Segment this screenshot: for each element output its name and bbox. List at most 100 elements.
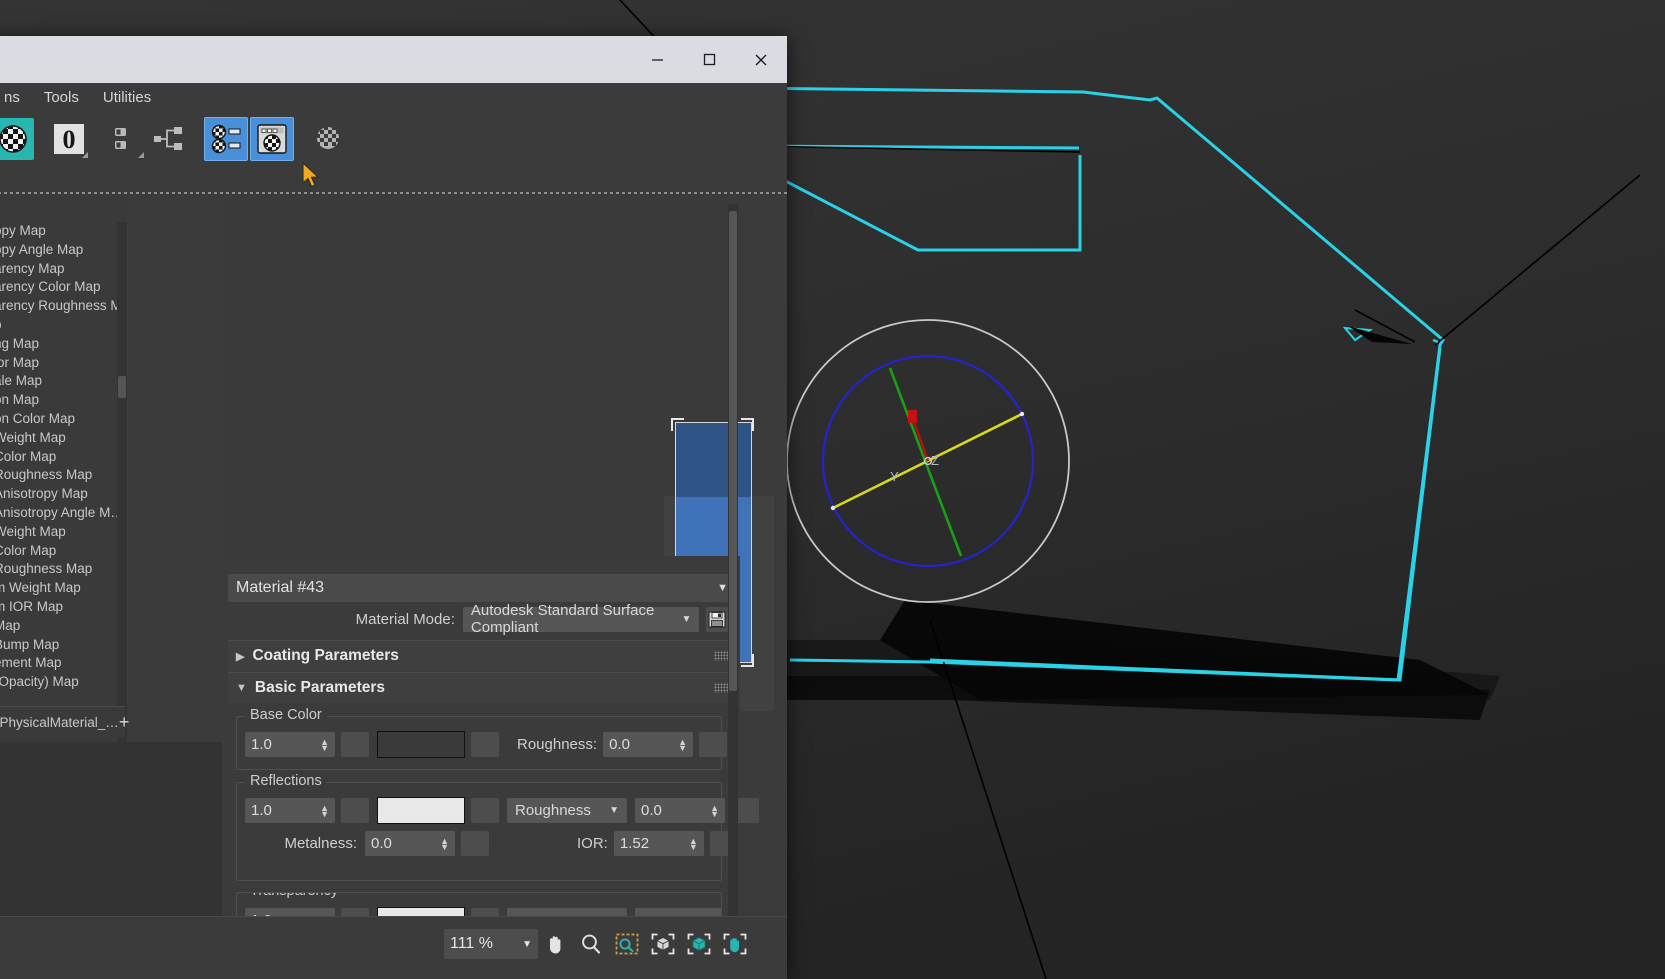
- map-list-item[interactable]: ement Map: [0, 654, 125, 673]
- zoom-region-tool-button[interactable]: [610, 929, 644, 959]
- minimize-button[interactable]: [631, 36, 683, 83]
- rollout-grip[interactable]: [714, 651, 728, 661]
- map-list[interactable]: opy Mapopy Angle Maparency Maparency Col…: [0, 222, 125, 752]
- pan-tool-button[interactable]: [538, 929, 572, 959]
- rollout-basic-parameters[interactable]: ▼ Basic Parameters: [228, 672, 736, 703]
- flyout-corner-indicator: [138, 152, 144, 158]
- map-list-item[interactable]: arency Map: [0, 260, 125, 279]
- zoom-extents-cube-icon: [651, 933, 675, 955]
- layout-hierarchy-icon[interactable]: [148, 118, 190, 160]
- map-list-item[interactable]: ng Map: [0, 335, 125, 354]
- material-id-zero-button[interactable]: 0: [48, 118, 90, 160]
- reflections-color-swatch[interactable]: [377, 797, 465, 824]
- selection-bracket-bottom-right: [741, 654, 754, 667]
- flyout-corner-indicator: [82, 152, 88, 158]
- map-list-item[interactable]: (Opacity) Map: [0, 673, 125, 692]
- base-color-weight-spinner[interactable]: 1.0 ▲ ▼: [245, 732, 335, 757]
- metalness-spinner[interactable]: 0.0 ▲ ▼: [365, 831, 455, 856]
- pan-selected-hand-icon: [723, 933, 747, 955]
- base-color-swatch[interactable]: [377, 731, 465, 758]
- map-list-scrollbar-track[interactable]: [117, 222, 127, 752]
- map-list-item[interactable]: opy Map: [0, 222, 125, 241]
- material-parameters-panel: Material #43 ▼ Material Mode: Autodesk S…: [222, 556, 759, 946]
- metalness-map-button[interactable]: [461, 831, 489, 856]
- chevron-right-icon: ▶: [236, 650, 245, 663]
- close-button[interactable]: [735, 36, 787, 83]
- ior-spinner[interactable]: 1.52 ▲ ▼: [613, 831, 704, 856]
- map-list-item[interactable]: p: [0, 316, 125, 335]
- rollout-grip[interactable]: [714, 683, 728, 693]
- map-list-item[interactable]: Bump Map: [0, 636, 125, 655]
- map-list-item[interactable]: ale Map: [0, 372, 125, 391]
- reflections-color-map-button[interactable]: [471, 798, 499, 823]
- svg-text:Y: Y: [890, 469, 899, 484]
- save-material-button[interactable]: [705, 606, 728, 632]
- map-list-item[interactable]: arency Roughness M…: [0, 297, 125, 316]
- menu-item-modes[interactable]: ns: [0, 85, 32, 111]
- map-list-item[interactable]: on Map: [0, 391, 125, 410]
- assign-material-checker-icon[interactable]: [308, 118, 350, 160]
- map-list-item[interactable]: opy Angle Map: [0, 241, 125, 260]
- node-editor-canvas[interactable]: [222, 204, 774, 711]
- base-color-roughness-value: 0.0: [609, 736, 630, 753]
- reflections-weight-spinner[interactable]: 1.0 ▲ ▼: [245, 798, 335, 823]
- rollout-coating-label: Coating Parameters: [252, 647, 399, 664]
- ior-label: IOR:: [577, 835, 608, 852]
- base-color-weight-map-button[interactable]: [341, 732, 369, 757]
- menu-item-utilities[interactable]: Utilities: [91, 85, 163, 111]
- map-list-scrollbar-thumb[interactable]: [118, 376, 126, 398]
- zoom-extents-tool-button[interactable]: [646, 929, 680, 959]
- material-mode-dropdown[interactable]: Autodesk Standard Surface Compliant ▼: [462, 602, 700, 636]
- map-list-item[interactable]: Roughness Map: [0, 466, 125, 485]
- spinner-arrows-icon[interactable]: ▲▼: [702, 803, 719, 818]
- reflections-mode-dropdown[interactable]: Roughness ▼: [507, 798, 627, 823]
- map-list-item[interactable]: on Color Map: [0, 410, 125, 429]
- spinner-arrows-icon[interactable]: ▲▼: [670, 737, 687, 752]
- pan-selected-tool-button[interactable]: [718, 929, 752, 959]
- add-map-button[interactable]: +: [119, 712, 130, 733]
- menu-item-tools[interactable]: Tools: [32, 85, 91, 111]
- spinner-arrows-icon[interactable]: ▲▼: [432, 836, 449, 851]
- zoom-extents-selected-tool-button[interactable]: [682, 929, 716, 959]
- rollout-coating-parameters[interactable]: ▶ Coating Parameters: [228, 640, 736, 671]
- map-list-item[interactable]: Color Map: [0, 542, 125, 561]
- map-list-item[interactable]: Roughness Map: [0, 560, 125, 579]
- map-list-item[interactable]: Map: [0, 617, 125, 636]
- base-color-roughness-map-button[interactable]: [699, 732, 728, 757]
- map-list-item[interactable]: Anisotropy Angle M…: [0, 504, 125, 523]
- map-list-item[interactable]: m Weight Map: [0, 579, 125, 598]
- map-list-item[interactable]: Weight Map: [0, 523, 125, 542]
- chevron-down-icon[interactable]: ▼: [717, 582, 728, 594]
- material-parameter-editor-toggle[interactable]: [204, 117, 248, 161]
- reflections-roughness-spinner[interactable]: 0.0 ▲ ▼: [635, 798, 725, 823]
- metalness-value: 0.0: [371, 835, 392, 852]
- spinner-arrows-icon[interactable]: ▲▼: [312, 803, 329, 818]
- map-list-item[interactable]: m IOR Map: [0, 598, 125, 617]
- maximize-button[interactable]: [683, 36, 735, 83]
- map-list-item[interactable]: Anisotropy Map: [0, 485, 125, 504]
- map-list-item[interactable]: arency Color Map: [0, 278, 125, 297]
- material-name-field[interactable]: Material #43 ▼: [228, 574, 736, 602]
- transparency-group-label: Transparency: [245, 893, 344, 899]
- material-mode-value: Autodesk Standard Surface Compliant: [470, 602, 655, 636]
- panel-scrollbar-thumb[interactable]: [729, 211, 737, 691]
- map-list-item[interactable]: Weight Map: [0, 429, 125, 448]
- zoom-tool-button[interactable]: [574, 929, 608, 959]
- menu-bar: ns Tools Utilities: [0, 83, 787, 113]
- material-preview-toggle[interactable]: [250, 117, 294, 161]
- reflections-group-label: Reflections: [245, 773, 327, 789]
- base-color-roughness-spinner[interactable]: 0.0 ▲ ▼: [603, 732, 694, 757]
- map-list-footer-label: _PhysicalMaterial_…: [0, 714, 119, 730]
- select-material-checker-icon[interactable]: [0, 118, 34, 160]
- show-shaded-material-icon[interactable]: [104, 118, 146, 160]
- spinner-arrows-icon[interactable]: ▲▼: [681, 836, 698, 851]
- map-list-item[interactable]: Color Map: [0, 448, 125, 467]
- map-list-item[interactable]: lor Map: [0, 354, 125, 373]
- reflections-weight-map-button[interactable]: [341, 798, 369, 823]
- hand-pan-icon: [550, 936, 561, 954]
- toolbar: 0: [0, 113, 787, 165]
- base-color-weight-value: 1.0: [251, 736, 272, 753]
- zoom-level-dropdown[interactable]: 111 % ▼: [444, 929, 538, 959]
- base-color-map-button[interactable]: [471, 732, 499, 757]
- spinner-arrows-icon[interactable]: ▲▼: [312, 737, 329, 752]
